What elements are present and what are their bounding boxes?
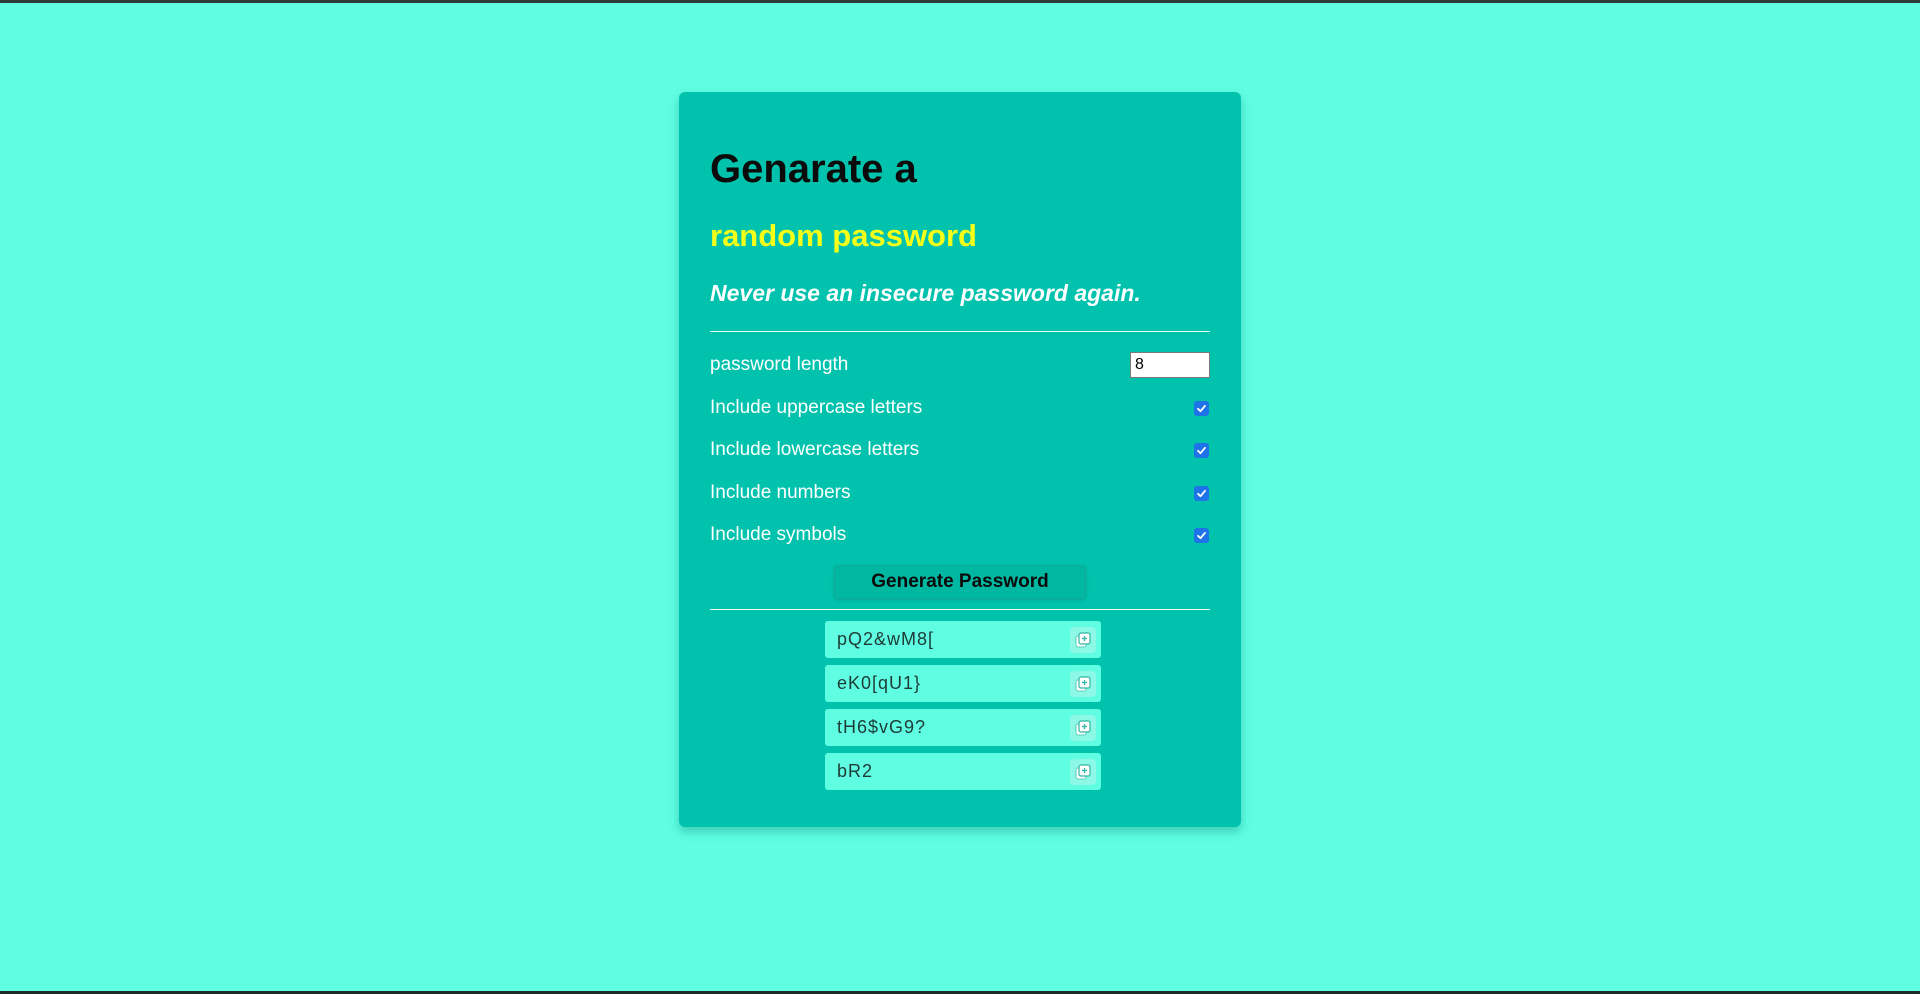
symbols-row: Include symbols [710, 520, 1210, 550]
copy-button[interactable] [1070, 626, 1096, 653]
copy-button[interactable] [1070, 670, 1096, 697]
symbols-label: Include symbols [710, 524, 847, 545]
password-item: eK0[qU1} [825, 665, 1101, 702]
password-item: pQ2&wM8[ [825, 621, 1101, 658]
checkmark-icon [1197, 404, 1206, 412]
checkmark-icon [1197, 531, 1206, 539]
password-length-label: password length [710, 354, 849, 375]
copy-button[interactable] [1070, 714, 1096, 741]
lowercase-checkbox[interactable] [1194, 442, 1209, 458]
password-generator-card: Genarate a random password Never use an … [679, 92, 1241, 827]
copy-icon [1075, 719, 1091, 735]
copy-icon [1075, 763, 1091, 779]
generate-password-button[interactable]: Generate Password [834, 565, 1086, 599]
numbers-label: Include numbers [710, 482, 851, 503]
window-top-border [0, 0, 1920, 3]
checkmark-icon [1197, 446, 1206, 454]
password-length-input[interactable] [1130, 352, 1210, 378]
top-divider [710, 331, 1210, 332]
uppercase-label: Include uppercase letters [710, 397, 923, 418]
password-text: tH6$vG9? [837, 717, 927, 737]
password-list: pQ2&wM8[ eK0[qU1} tH6$vG9? bR2 [825, 621, 1101, 797]
numbers-row: Include numbers [710, 478, 1210, 508]
password-text: eK0[qU1} [837, 673, 922, 693]
copy-icon [1075, 675, 1091, 691]
password-item: bR2 [825, 753, 1101, 790]
numbers-checkbox[interactable] [1194, 485, 1209, 501]
password-length-row: password length [710, 350, 1210, 380]
password-item: tH6$vG9? [825, 709, 1101, 746]
password-text: pQ2&wM8[ [837, 629, 935, 649]
uppercase-checkbox[interactable] [1194, 400, 1209, 416]
page-title: Genarate a [710, 147, 917, 191]
uppercase-row: Include uppercase letters [710, 393, 1210, 423]
bottom-divider [710, 609, 1210, 610]
checkmark-icon [1197, 489, 1206, 497]
tagline: Never use an insecure password again. [710, 280, 1141, 306]
page-subtitle: random password [710, 218, 977, 253]
symbols-checkbox[interactable] [1194, 527, 1209, 543]
copy-button[interactable] [1070, 758, 1096, 785]
lowercase-row: Include lowercase letters [710, 435, 1210, 465]
password-text: bR2 [837, 761, 874, 781]
copy-icon [1075, 631, 1091, 647]
lowercase-label: Include lowercase letters [710, 439, 920, 460]
